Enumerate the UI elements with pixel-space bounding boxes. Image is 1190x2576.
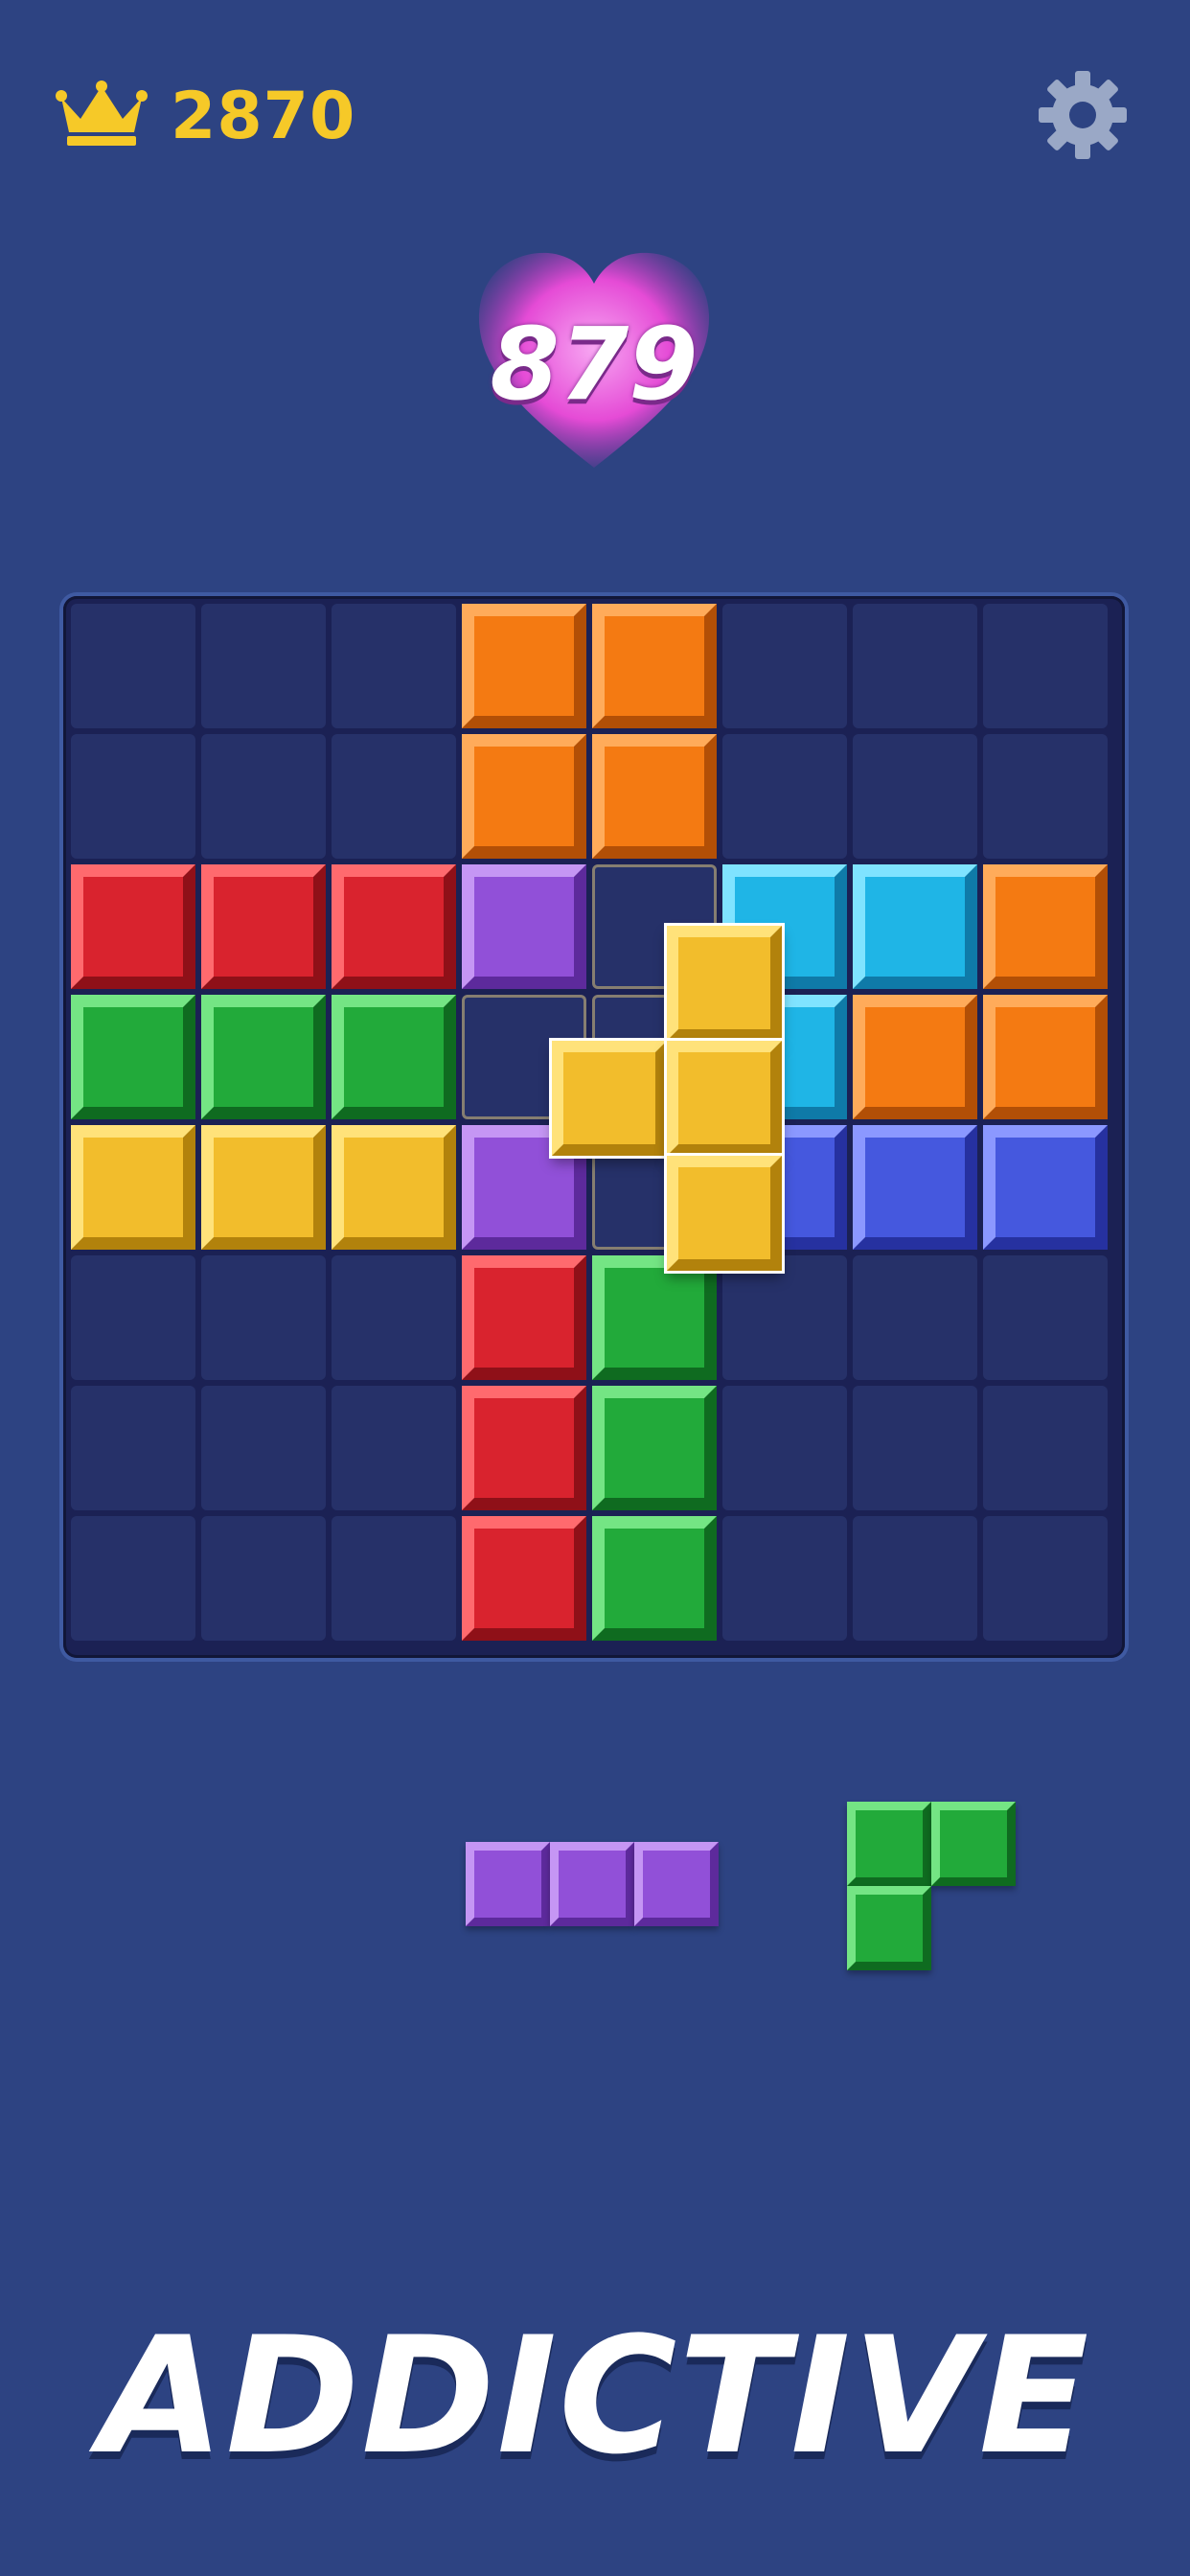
tray-piece-block [931, 1802, 1016, 1886]
empty-cell[interactable] [983, 604, 1108, 728]
cyan-block [853, 864, 977, 989]
empty-cell[interactable] [853, 1386, 977, 1510]
empty-cell[interactable] [332, 1255, 456, 1380]
green-block [592, 1516, 717, 1641]
red-block [201, 864, 326, 989]
gear-icon[interactable] [1037, 69, 1129, 161]
empty-cell[interactable] [853, 734, 977, 859]
empty-cell[interactable] [722, 1255, 847, 1380]
green-block [592, 1386, 717, 1510]
empty-cell[interactable] [332, 1386, 456, 1510]
empty-cell[interactable] [332, 604, 456, 728]
orange-block [983, 864, 1108, 989]
red-block [462, 1255, 586, 1380]
red-block [462, 1386, 586, 1510]
orange-block [462, 604, 586, 728]
empty-cell[interactable] [853, 1255, 977, 1380]
empty-cell[interactable] [983, 1255, 1108, 1380]
green-block [201, 995, 326, 1119]
orange-block [592, 734, 717, 859]
empty-cell[interactable] [201, 604, 326, 728]
score-badge: 879 [469, 247, 719, 477]
dragged-piece-block[interactable] [667, 1156, 782, 1271]
empty-cell[interactable] [983, 1386, 1108, 1510]
best-score: 2870 [171, 79, 356, 154]
slogan-text: ADDICTIVE [99, 2302, 1091, 2490]
tray-piece-block [847, 1886, 931, 1970]
green-block [332, 995, 456, 1119]
empty-cell[interactable] [71, 734, 195, 859]
red-block [332, 864, 456, 989]
dragged-piece-block[interactable] [552, 1041, 667, 1156]
green-block [71, 995, 195, 1119]
empty-cell[interactable] [71, 604, 195, 728]
piece-tray [0, 1763, 1190, 2012]
empty-cell[interactable] [201, 1516, 326, 1641]
tray-piece-block [466, 1842, 550, 1926]
green-block [592, 1255, 717, 1380]
empty-cell[interactable] [71, 1516, 195, 1641]
empty-cell[interactable] [201, 734, 326, 859]
orange-block [592, 604, 717, 728]
dragged-piece-block[interactable] [667, 926, 782, 1041]
blue-block [983, 1125, 1108, 1250]
empty-cell[interactable] [983, 1516, 1108, 1641]
tray-piece-block [550, 1842, 634, 1926]
empty-cell[interactable] [332, 1516, 456, 1641]
red-block [462, 1516, 586, 1641]
empty-cell[interactable] [722, 604, 847, 728]
purple-block [462, 864, 586, 989]
yellow-block [201, 1125, 326, 1250]
empty-cell[interactable] [201, 1386, 326, 1510]
orange-block [462, 734, 586, 859]
empty-cell[interactable] [853, 1516, 977, 1641]
red-block [71, 864, 195, 989]
orange-block [853, 995, 977, 1119]
empty-cell[interactable] [71, 1386, 195, 1510]
empty-cell[interactable] [332, 734, 456, 859]
top-bar: 2870 [0, 0, 1190, 249]
yellow-block [332, 1125, 456, 1250]
empty-cell[interactable] [722, 1386, 847, 1510]
empty-cell[interactable] [71, 1255, 195, 1380]
dragged-piece-block[interactable] [667, 1041, 782, 1156]
orange-block [983, 995, 1108, 1119]
yellow-block [71, 1125, 195, 1250]
empty-cell[interactable] [722, 734, 847, 859]
crown-icon [56, 80, 148, 146]
empty-cell[interactable] [853, 604, 977, 728]
empty-cell[interactable] [983, 734, 1108, 859]
tray-piece-block [847, 1802, 931, 1886]
empty-cell[interactable] [201, 1255, 326, 1380]
blue-block [853, 1125, 977, 1250]
tray-piece-block [634, 1842, 719, 1926]
current-score: 879 [490, 306, 698, 423]
empty-cell[interactable] [722, 1516, 847, 1641]
